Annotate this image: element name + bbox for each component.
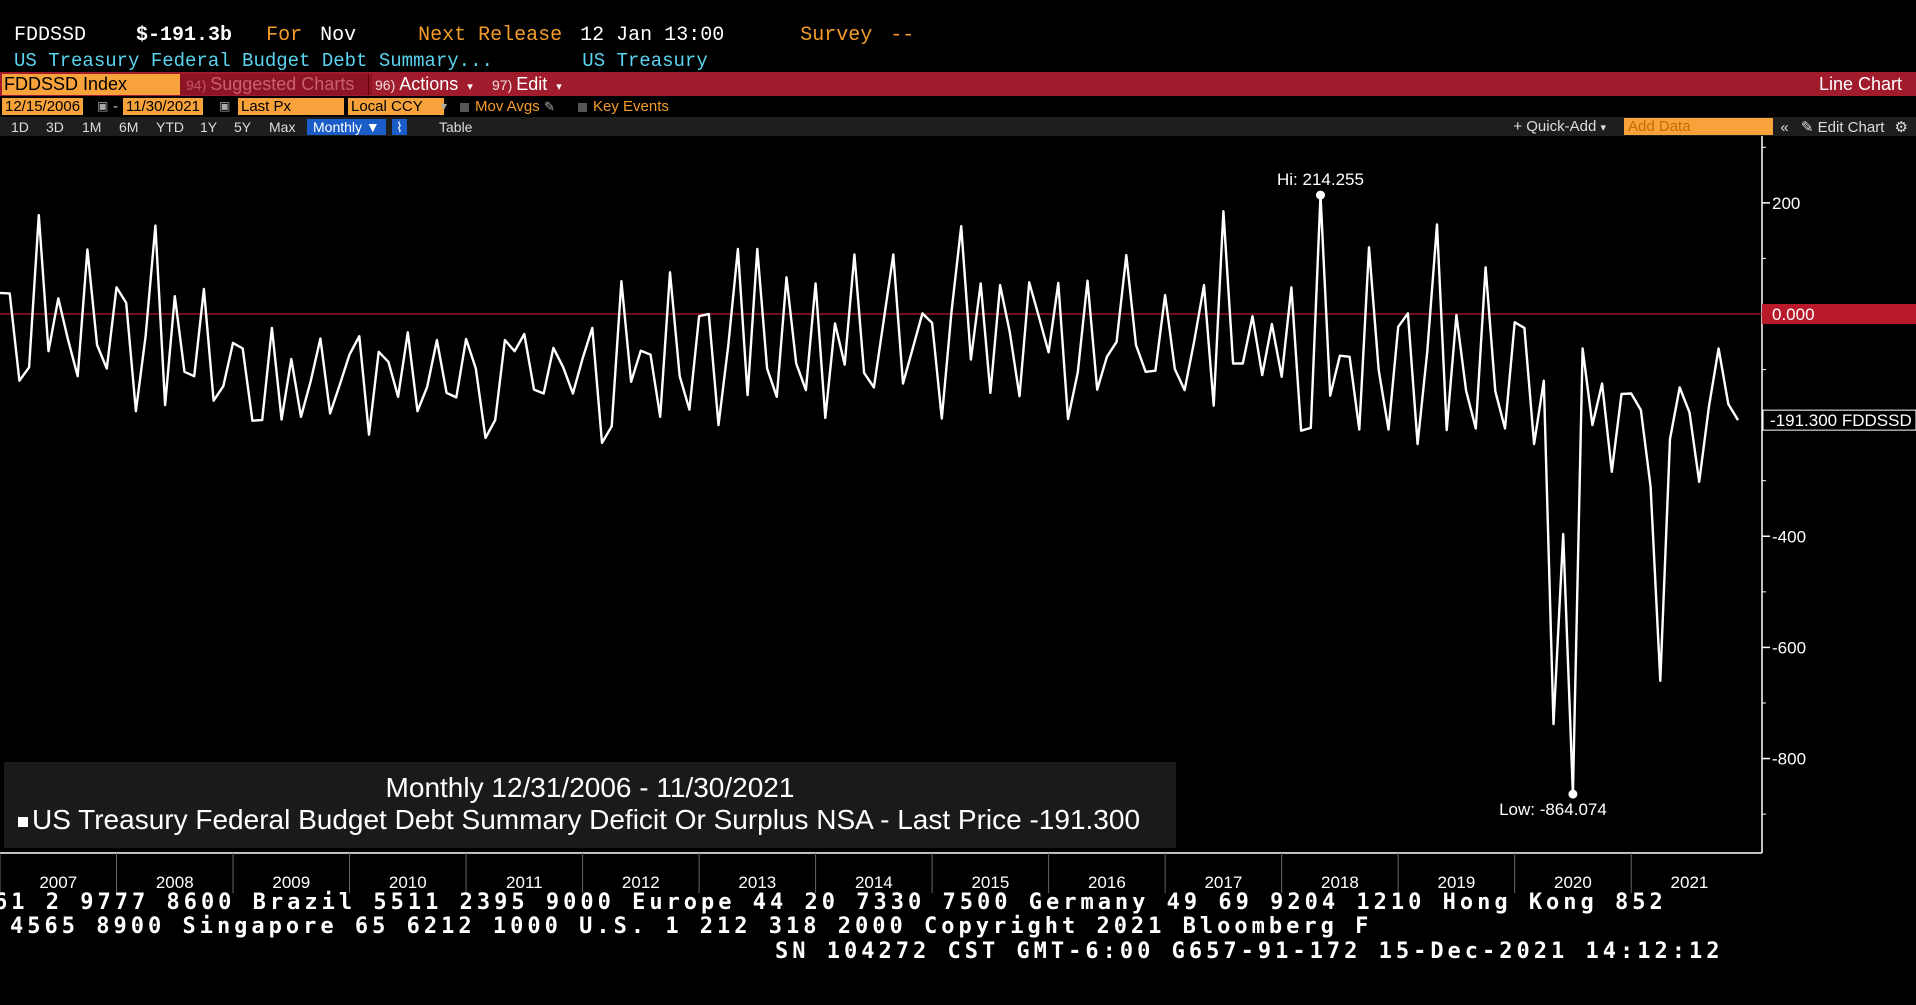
checkbox-icon	[460, 102, 469, 112]
period-1y[interactable]: 1Y	[200, 119, 217, 135]
pencil-icon: ✎	[543, 99, 555, 114]
chevron-down-icon: ▾	[467, 81, 473, 93]
edit-menu-button[interactable]: 97) Edit ▾	[486, 74, 568, 95]
for-value: Nov	[320, 24, 357, 47]
next-release-label: Next Release	[418, 24, 563, 47]
y-tick-label: 200	[1772, 194, 1800, 213]
security-header: FDDSSD $-191.3b For Nov Next Release 12 …	[14, 24, 914, 47]
next-release-value: 12 Jan 13:00	[580, 24, 725, 47]
footer-session-info: SN 104272 CST GMT-6:00 G657-91-172 15-De…	[775, 939, 1724, 964]
high-point-label: Hi: 214.255	[1277, 170, 1364, 189]
for-label: For	[266, 24, 303, 47]
frequency-dropdown[interactable]: Monthly ▼	[307, 119, 386, 135]
period-max[interactable]: Max	[269, 119, 295, 135]
high-point-marker	[1315, 190, 1325, 200]
calendar-icon[interactable]: ▣	[219, 99, 230, 113]
end-date-input[interactable]: 11/30/2021	[123, 98, 203, 115]
y-tick-label: -800	[1772, 750, 1806, 769]
survey-label: Survey	[800, 24, 873, 47]
table-button[interactable]: Table	[439, 119, 472, 135]
start-date-input[interactable]: 12/15/2006	[2, 98, 84, 115]
quick-add-label: + Quick-Add	[1513, 118, 1597, 135]
chart-legend: Monthly 12/31/2006 - 11/30/2021 US Treas…	[4, 762, 1176, 848]
series-swatch-icon	[18, 816, 28, 827]
actions-number: 96)	[375, 77, 396, 93]
edit-label: Edit	[516, 74, 548, 94]
actions-menu-button[interactable]: 96) Actions ▾	[368, 74, 479, 95]
chevron-down-icon[interactable]: ▾	[441, 99, 447, 113]
y-tick-label: -600	[1772, 638, 1806, 657]
currency-select[interactable]: Local CCY	[348, 98, 444, 115]
survey-value: --	[890, 24, 915, 47]
footer-contacts-line1: 61 2 9777 8600 Brazil 5511 2395 9000 Eur…	[0, 890, 1667, 915]
actions-label: Actions	[399, 74, 459, 94]
chevron-down-icon: ▼	[365, 119, 380, 135]
pencil-icon: ✎	[1800, 119, 1814, 136]
edit-chart-label: Edit Chart	[1817, 119, 1885, 136]
field-select[interactable]: Last Px	[238, 98, 344, 115]
last-value-label: -191.300 FDDSSD	[1770, 411, 1912, 430]
period-6m[interactable]: 6M	[119, 119, 138, 135]
chart-type-label[interactable]: Line Chart	[1819, 74, 1902, 95]
suggested-number: 94)	[186, 77, 207, 93]
security-input[interactable]: FDDSSD Index	[2, 74, 182, 95]
date-range-dash: -	[113, 98, 118, 115]
legend-title: Monthly 12/31/2006 - 11/30/2021	[385, 772, 795, 803]
y-tick-label: -400	[1772, 527, 1806, 546]
series-line	[0, 193, 1740, 796]
description-text: US Treasury Federal Budget Debt Summary.…	[14, 50, 493, 72]
last-price: $-191.3b	[136, 24, 233, 47]
ticker: FDDSSD	[14, 24, 87, 47]
gear-icon[interactable]: ⚙	[1895, 119, 1908, 136]
suggested-charts-button[interactable]: 94) Suggested Charts	[180, 74, 372, 95]
edit-chart-button[interactable]: « ✎ Edit Chart ⚙	[1780, 118, 1908, 136]
period-ytd[interactable]: YTD	[156, 119, 184, 135]
checkbox-icon	[578, 102, 587, 112]
edit-number: 97)	[492, 77, 513, 93]
mov-avgs-label: Mov Avgs	[475, 98, 540, 115]
period-3d[interactable]: 3D	[46, 119, 64, 135]
calendar-icon[interactable]: ▣	[97, 99, 108, 113]
mov-avgs-toggle[interactable]: Mov Avgs ✎	[460, 98, 555, 115]
x-tick-label: 2021	[1671, 873, 1709, 892]
low-point-marker	[1568, 789, 1578, 799]
legend-series-label: US Treasury Federal Budget Debt Summary …	[32, 804, 1141, 835]
quick-add-button[interactable]: + Quick-Add ▾	[1513, 118, 1606, 135]
suggested-label: Suggested Charts	[210, 74, 355, 94]
period-5y[interactable]: 5Y	[234, 119, 251, 135]
frequency-label: Monthly	[313, 119, 363, 135]
chevron-down-icon: ▾	[556, 81, 562, 93]
key-events-label: Key Events	[593, 98, 669, 115]
add-data-input[interactable]: Add Data	[1624, 118, 1773, 135]
footer-contacts-line2: 4565 8900 Singapore 65 6212 1000 U.S. 1 …	[10, 914, 1373, 939]
source-text: US Treasury	[582, 50, 708, 72]
chevron-down-icon: ▾	[1600, 122, 1606, 134]
line-graph-icon[interactable]: ⌇	[392, 119, 407, 135]
period-1m[interactable]: 1M	[82, 119, 101, 135]
legend-series: US Treasury Federal Budget Debt Summary …	[18, 804, 1140, 836]
key-events-toggle[interactable]: Key Events	[578, 98, 669, 115]
low-point-label: Low: -864.074	[1499, 800, 1607, 819]
collapse-icon[interactable]: «	[1780, 119, 1788, 136]
zero-value-label: 0.000	[1772, 305, 1815, 324]
period-1d[interactable]: 1D	[11, 119, 29, 135]
security-description: US Treasury Federal Budget Debt Summary.…	[14, 50, 708, 72]
